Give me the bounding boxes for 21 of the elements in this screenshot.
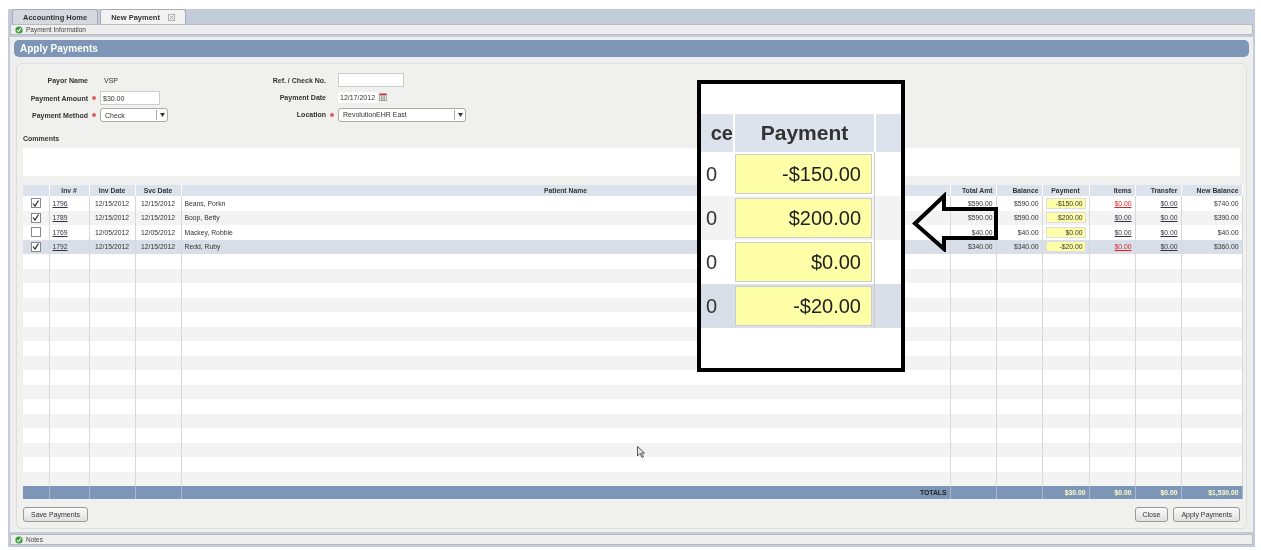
payment-field: -$150.00	[735, 154, 872, 194]
payment-field: -$20.00	[735, 286, 872, 326]
caret-icon	[159, 113, 165, 117]
checkbox[interactable]	[30, 198, 41, 209]
calendar-icon	[379, 93, 388, 102]
check-circle-icon	[15, 535, 23, 544]
panel-title: Apply Payments	[14, 40, 1249, 57]
comments-field[interactable]	[23, 148, 697, 176]
check-circle-icon	[15, 25, 23, 34]
payment-field: $0.00	[735, 242, 872, 282]
caret-icon	[457, 112, 463, 117]
table-cell: 0	[705, 162, 717, 186]
payment-field: $200.00	[735, 198, 872, 238]
checkbox[interactable]	[30, 227, 41, 238]
checkbox[interactable]	[30, 212, 41, 223]
checkbox[interactable]	[30, 241, 41, 252]
column-header: ce	[710, 121, 733, 145]
checkmark-icon	[32, 243, 40, 251]
table-cell: 0	[705, 294, 717, 318]
input-field[interactable]	[338, 73, 404, 88]
comments-field[interactable]	[905, 148, 1240, 176]
